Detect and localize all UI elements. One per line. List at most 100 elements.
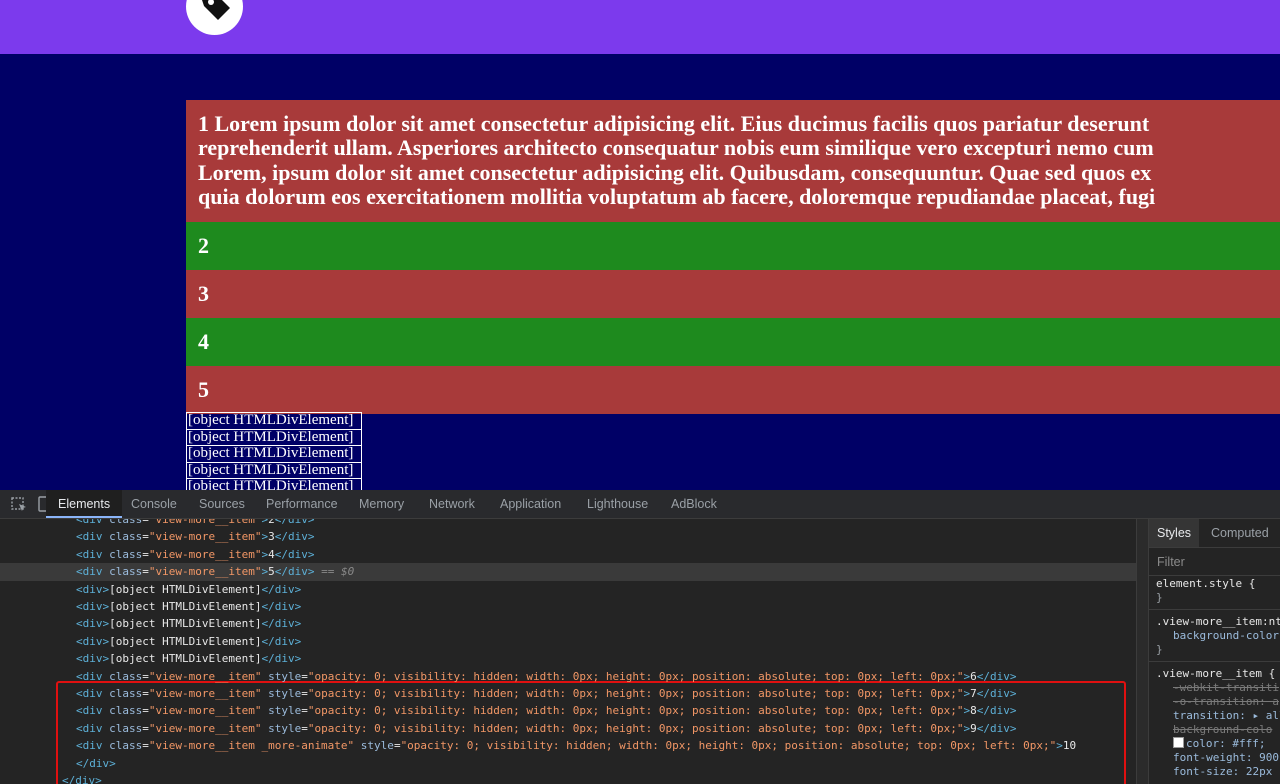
dom-eq: = [142, 519, 149, 526]
tab-memory[interactable]: Memory [359, 490, 404, 518]
styles-tab-bar: Styles Computed [1149, 519, 1280, 548]
dom-open-tag: <div [76, 519, 110, 526]
dom-eq: = [142, 704, 149, 718]
dom-close-tag: </div> [261, 582, 302, 596]
styles-pane: Styles Computed Filter element.style { }… [1148, 519, 1280, 784]
dom-text: 5 [268, 565, 275, 579]
dom-open-tag: <div [76, 739, 110, 753]
tab-network[interactable]: Network [429, 490, 475, 518]
dom-node-line[interactable]: <div class="view-more__item _more-animat… [76, 737, 1076, 754]
dom-node-line[interactable]: <div class="view-more__item">4</div> [76, 546, 314, 563]
dom-attr-name: class [109, 519, 143, 526]
rule-prop-struck: -o-transition: a [1173, 695, 1279, 708]
dom-attr-value: "view-more__item" [148, 669, 262, 683]
elements-tree[interactable]: <div class="view-more__item">2</div> <div… [0, 519, 1136, 784]
dom-close-tag: </div> [62, 774, 102, 784]
dom-eq: = [142, 547, 149, 561]
dom-open-tag: <div [76, 721, 110, 735]
dom-node-line[interactable]: <div class="view-more__item" style="opac… [76, 685, 1016, 702]
dom-open-tag: <div [76, 547, 110, 561]
dom-close-tag: </div> [261, 634, 302, 648]
dom-close-tag: </div> [261, 617, 302, 631]
dom-open-tag: <div> [76, 652, 110, 666]
color-swatch-icon[interactable] [1173, 737, 1184, 748]
dom-attr-value: "opacity: 0; visibility: hidden; width: … [307, 721, 964, 735]
dom-attr-name: style [261, 687, 302, 700]
dom-node-line[interactable]: <div>[object HTMLDivElement]</div> [76, 650, 301, 667]
tab-adblock[interactable]: AdBlock [671, 490, 717, 518]
dom-open-tag: <div [76, 687, 110, 700]
divider [1149, 575, 1280, 576]
dom-node-line[interactable]: <div class="view-more__item">5</div> == … [76, 563, 354, 580]
dom-node-line[interactable]: <div class="view-more__item">3</div> [76, 528, 314, 545]
dom-open-tag: <div [76, 669, 110, 683]
dom-attr-value: "view-more__item" [148, 704, 262, 718]
inspect-element-icon[interactable] [10, 495, 28, 513]
tab-performance[interactable]: Performance [266, 490, 338, 518]
dom-text: [object HTMLDivElement] [109, 582, 262, 596]
page-viewport: 1 Lorem ipsum dolor sit amet consectetur… [0, 0, 1280, 490]
dom-close-tag: </div> [261, 600, 302, 613]
view-more-item-5: 5 [186, 365, 1280, 414]
dom-eq: = [301, 704, 308, 718]
devtools-tab-bar: Elements Console Sources Performance Mem… [0, 490, 1280, 519]
dom-attr-value: "opacity: 0; visibility: hidden; width: … [307, 704, 964, 718]
dom-node-line[interactable]: </div> [62, 772, 102, 784]
dom-attr-name: style [354, 739, 394, 753]
dom-text: 6 [970, 669, 977, 683]
item-1-line-2: reprehenderit ullam. Asperiores architec… [198, 135, 1154, 161]
rule-prop-color: color: #fff; [1173, 737, 1265, 751]
dom-close-tag: </div> [976, 721, 1017, 735]
view-more-item-2: 2 [186, 221, 1280, 270]
dom-attr-name: class [109, 669, 143, 683]
dom-eq: = [301, 669, 308, 683]
rule-selector: .view-more__item:nt [1156, 615, 1280, 628]
styles-filter-input[interactable]: Filter [1157, 555, 1185, 569]
dom-node-line[interactable]: </div> [76, 755, 116, 772]
view-more-item-4: 4 [186, 317, 1280, 366]
dom-attr-value: "view-more__item" [148, 565, 262, 579]
object-output-line: [object HTMLDivElement] [186, 429, 362, 446]
tag-logo-icon [202, 0, 230, 20]
dom-attr-name: class [109, 565, 143, 579]
dom-text: [object HTMLDivElement] [109, 634, 262, 648]
tab-lighthouse[interactable]: Lighthouse [587, 490, 648, 518]
dom-eq: = [393, 739, 401, 753]
site-logo[interactable] [186, 0, 243, 35]
dom-attr-name: class [109, 687, 143, 700]
tab-computed[interactable]: Computed [1211, 519, 1269, 547]
dom-close-tag: </div> [976, 687, 1017, 700]
rule-selector: .view-more__item { [1156, 667, 1276, 680]
dom-node-line[interactable]: <div class="view-more__item" style="opac… [76, 720, 1016, 737]
tab-console[interactable]: Console [131, 490, 177, 518]
dom-close-tag: </div> [274, 530, 315, 544]
dom-node-line[interactable]: <div>[object HTMLDivElement]</div> [76, 633, 301, 650]
dom-node-line[interactable]: <div class="view-more__item" style="opac… [76, 668, 1016, 685]
tab-styles[interactable]: Styles [1149, 519, 1200, 547]
dom-attr-name: style [261, 669, 302, 683]
dom-open-tag: <div> [76, 634, 110, 648]
dom-node-line[interactable]: <div>[object HTMLDivElement]</div> [76, 615, 301, 632]
tab-elements[interactable]: Elements [46, 490, 123, 518]
dom-open-tag: <div> [76, 600, 110, 613]
rule-prop-struck: -webkit-transiti [1173, 681, 1279, 694]
dom-node-line[interactable]: <div class="view-more__item" style="opac… [76, 702, 1016, 719]
dom-attr-value: "view-more__item" [148, 519, 262, 526]
dom-attr-value: "view-more__item" [148, 721, 262, 735]
tab-application[interactable]: Application [500, 490, 561, 518]
dom-node-line[interactable]: <div>[object HTMLDivElement]</div> [76, 598, 301, 615]
dom-open-tag: <div [76, 704, 110, 718]
dom-eq: = [142, 669, 149, 683]
divider [1149, 609, 1280, 610]
rule-close: } [1156, 591, 1163, 604]
selected-node-marker: == $0 [314, 565, 355, 579]
tab-sources[interactable]: Sources [199, 490, 245, 518]
dom-text: 7 [970, 687, 977, 700]
dom-node-line[interactable]: <div class="view-more__item">2</div> [76, 519, 314, 528]
dom-attr-value: "view-more__item" [148, 547, 262, 561]
dom-open-tag-end: > [1056, 739, 1063, 753]
rule-prop-struck: background-colo [1173, 723, 1273, 736]
item-1-line-1: 1 Lorem ipsum dolor sit amet consectetur… [198, 111, 1150, 136]
dom-node-line[interactable]: <div>[object HTMLDivElement]</div> [76, 581, 301, 598]
dom-attr-name: style [261, 704, 302, 718]
